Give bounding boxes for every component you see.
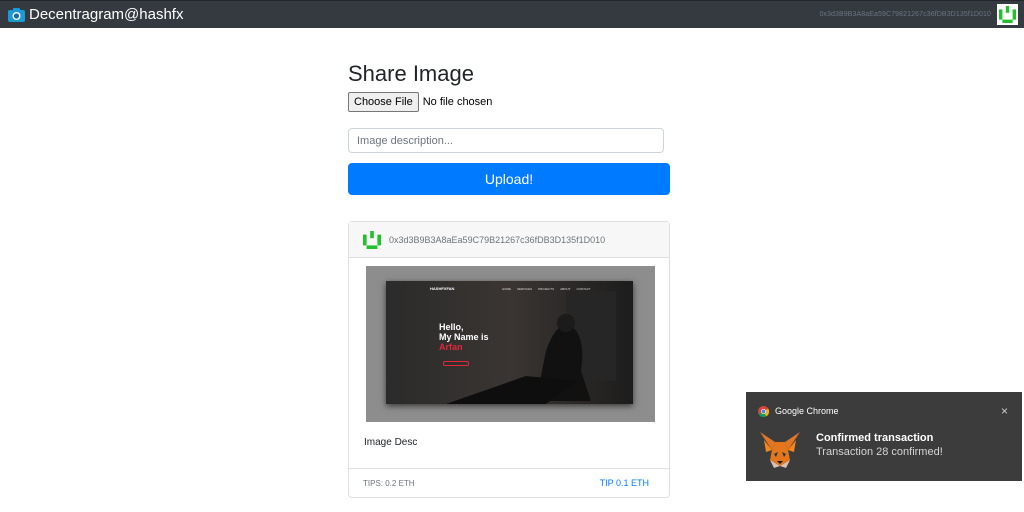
post-card-footer: TIPS: 0.2 ETH TIP 0.1 ETH (349, 468, 669, 497)
file-status: No file chosen (422, 96, 493, 108)
close-icon[interactable]: × (1001, 404, 1008, 418)
image-name: Arfan (439, 342, 463, 352)
post-image-screenshot: HASHFXFAN HOME SERVICES PROJECTS ABOUT C… (386, 281, 633, 404)
chrome-icon (758, 405, 769, 417)
tip-button[interactable]: TIP 0.1 ETH (600, 478, 649, 488)
camera-icon (8, 8, 25, 22)
post-author: 0x3d3B9B3A8aEa59C79B21267c36fDB3D135f1D0… (389, 234, 606, 245)
post-caption: Image Desc (364, 437, 418, 448)
post-card: 0x3d3B9B3A8aEa59C79B21267c36fDB3D135f1D0… (348, 221, 670, 498)
image-description-input[interactable] (348, 128, 664, 153)
image-nav-item: CONTACT (576, 287, 591, 291)
choose-file-button[interactable]: Choose File (348, 92, 419, 112)
app-window: Decentragram@hashfx 0x3d3B9B3A8aEa59C798… (0, 0, 1024, 512)
avatar (997, 4, 1018, 25)
image-nav-item: PROJECTS (538, 287, 555, 291)
post-image: HASHFXFAN HOME SERVICES PROJECTS ABOUT C… (366, 266, 655, 422)
post-card-body: HASHFXFAN HOME SERVICES PROJECTS ABOUT C… (349, 258, 669, 468)
image-nav: HOME SERVICES PROJECTS ABOUT CONTACT (502, 287, 591, 291)
notification-message: Transaction 28 confirmed! (816, 446, 943, 458)
identicon-icon (363, 230, 381, 249)
notification-body: Confirmed transaction Transaction 28 con… (746, 430, 1022, 470)
image-nav-item: HOME (502, 287, 511, 291)
metamask-fox-icon (760, 432, 800, 468)
account-address: 0x3d3B9B3A8aEa59C79821267c36fDB3D135f1D0… (819, 11, 991, 18)
brand-link[interactable]: Decentragram@hashfx (8, 6, 183, 23)
image-greeting-1: Hello, (439, 322, 464, 332)
notification-text: Confirmed transaction Transaction 28 con… (816, 430, 943, 470)
navbar: Decentragram@hashfx 0x3d3B9B3A8aEa59C798… (0, 0, 1024, 28)
image-logo-text: HASHFXFAN (430, 286, 455, 291)
account-area: 0x3d3B9B3A8aEa59C79821267c36fDB3D135f1D0… (819, 4, 1018, 25)
file-picker: Choose File No file chosen (348, 92, 670, 112)
notification-title: Confirmed transaction (816, 432, 934, 444)
upload-button[interactable]: Upload! (348, 163, 670, 195)
notification-app-name: Google Chrome (775, 406, 839, 416)
identicon-icon (999, 6, 1016, 23)
brand-title: Decentragram@hashfx (29, 6, 184, 23)
main-content: Share Image Choose File No file chosen U… (348, 60, 670, 498)
image-cta-button (443, 361, 469, 366)
page-title: Share Image (348, 61, 474, 86)
chrome-notification[interactable]: Google Chrome × Confirmed transaction Tr… (746, 392, 1022, 481)
image-greeting-2: My Name is (439, 332, 489, 342)
notification-header: Google Chrome × (746, 392, 1022, 430)
tips-total: TIPS: 0.2 ETH (363, 478, 415, 488)
image-nav-item: ABOUT (560, 287, 571, 291)
post-card-header: 0x3d3B9B3A8aEa59C79B21267c36fDB3D135f1D0… (349, 222, 669, 258)
image-nav-item: SERVICES (517, 287, 533, 291)
